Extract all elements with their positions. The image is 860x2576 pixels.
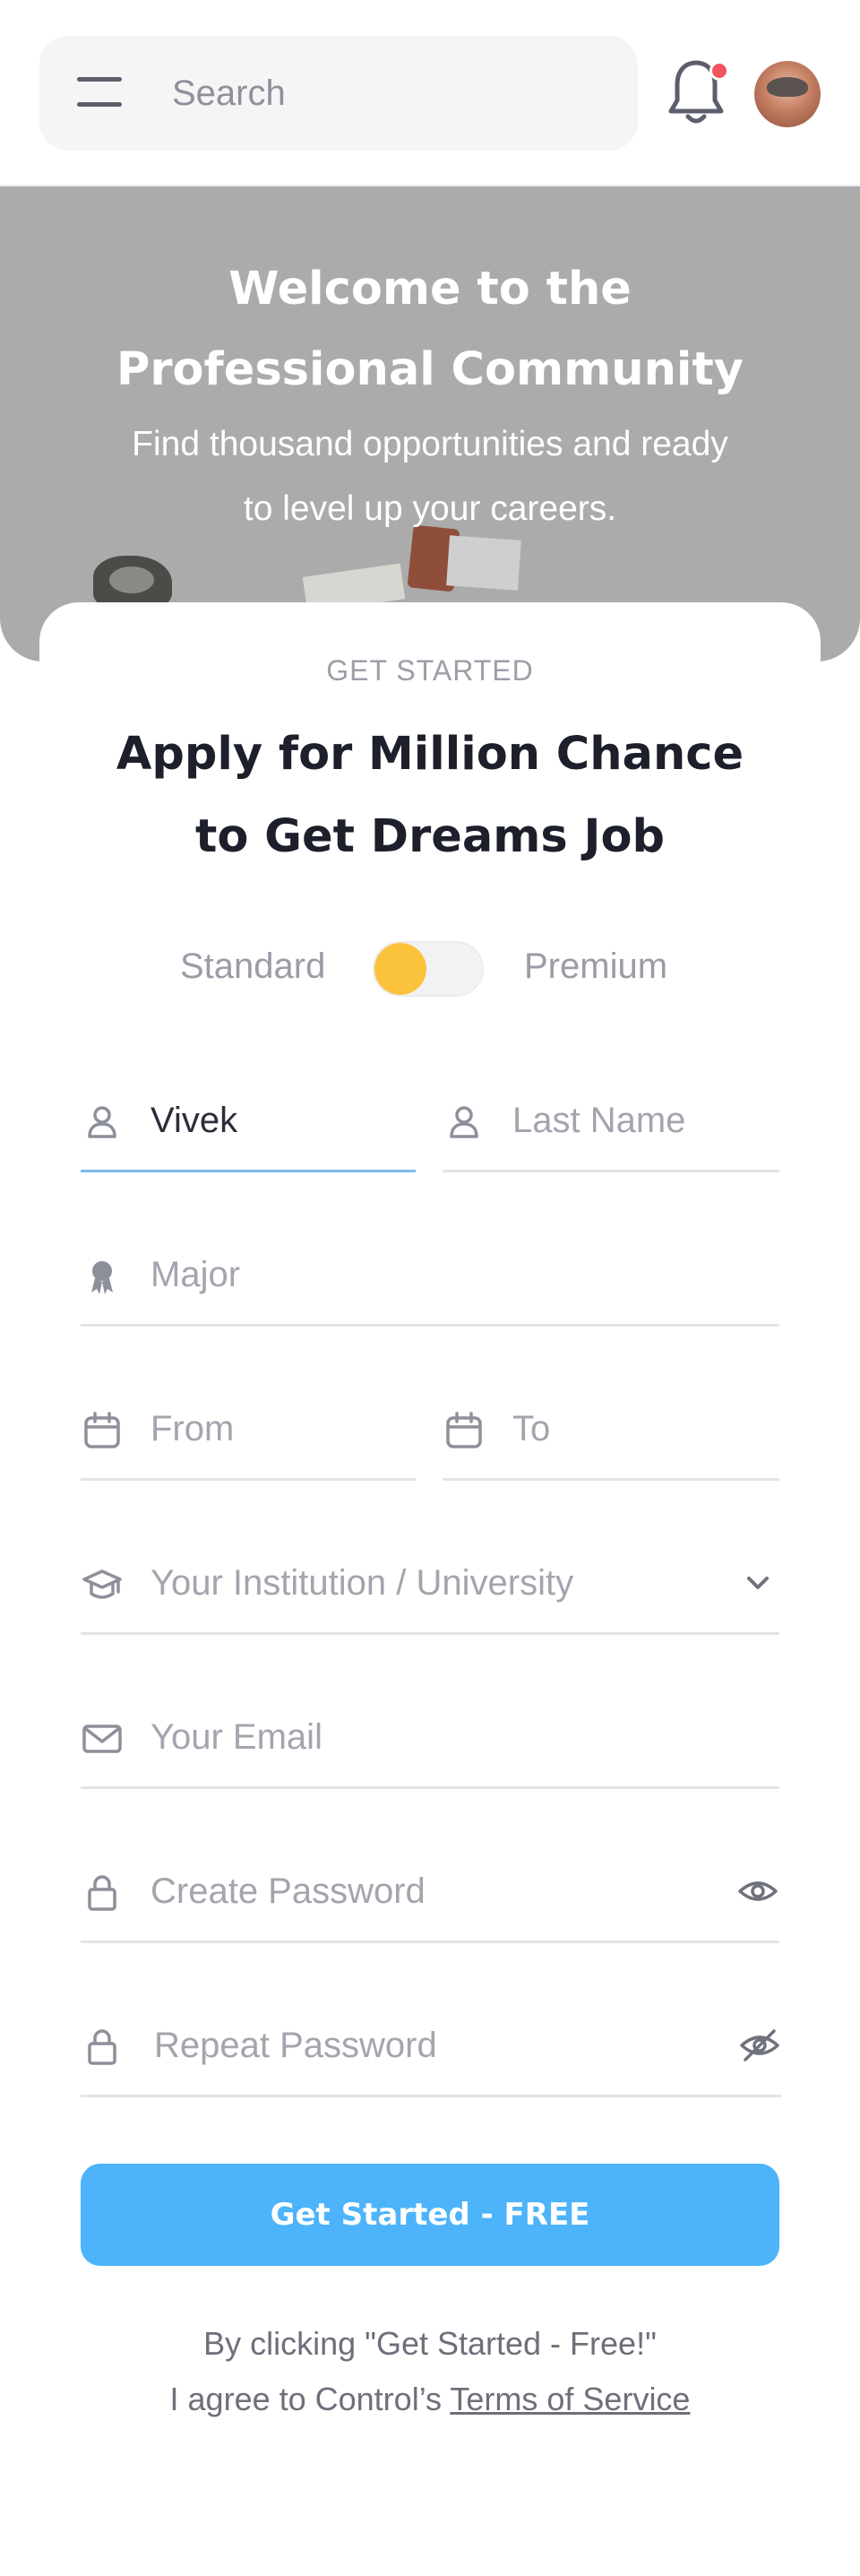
hero-title-line1: Welcome to the	[228, 263, 632, 316]
email-field[interactable]: Your Email	[81, 1687, 779, 1789]
calendar-icon	[446, 1412, 482, 1448]
award-icon	[91, 1261, 113, 1294]
form-title: Apply for Million Chance to Get Dreams J…	[39, 713, 821, 878]
mail-icon	[82, 1725, 122, 1753]
plan-premium-label[interactable]: Premium	[524, 947, 667, 987]
to-date-field[interactable]: To	[443, 1379, 779, 1481]
toggle-knob[interactable]	[374, 943, 426, 995]
top-header: Search	[0, 0, 860, 186]
hero-title-line2: Professional Community	[116, 343, 744, 396]
terms-prefix: I agree to Control’s	[169, 2381, 451, 2417]
search-input[interactable]: Search	[172, 73, 286, 114]
chevron-down-icon[interactable]	[736, 1561, 779, 1604]
first-name-field[interactable]: Vivek	[81, 1070, 416, 1172]
user-avatar[interactable]	[754, 61, 821, 127]
first-name-input[interactable]: Vivek	[150, 1101, 237, 1141]
eye-icon[interactable]	[736, 1870, 779, 1913]
plant-decoration	[93, 556, 172, 609]
hero-banner: Welcome to the Professional Community Fi…	[0, 186, 860, 661]
institution-field[interactable]: Your Institution / University	[81, 1533, 779, 1635]
terms-of-service-link[interactable]: Terms of Service	[450, 2381, 690, 2417]
last-name-input[interactable]: Last Name	[512, 1101, 685, 1141]
to-date-input[interactable]: To	[512, 1409, 550, 1449]
graduation-cap-icon	[82, 1569, 122, 1599]
plan-standard-label[interactable]: Standard	[180, 947, 325, 987]
last-name-field[interactable]: Last Name	[443, 1070, 779, 1172]
terms-line1: By clicking "Get Started - Free!"	[203, 2325, 657, 2362]
hamburger-menu-icon[interactable]	[77, 77, 122, 108]
repeat-password-field[interactable]: Repeat Password	[81, 1995, 781, 2097]
email-input[interactable]: Your Email	[150, 1717, 322, 1758]
lock-icon	[88, 1875, 116, 1911]
plan-toggle[interactable]	[373, 941, 484, 997]
hero-subtitle-line1: Find thousand opportunities and ready	[132, 425, 728, 463]
hero-subtitle: Find thousand opportunities and ready to…	[0, 412, 860, 541]
paper-decoration	[446, 535, 521, 591]
eye-off-icon[interactable]	[738, 2024, 781, 2067]
institution-select[interactable]: Your Institution / University	[150, 1563, 573, 1604]
notification-badge	[710, 61, 729, 81]
terms-line2: I agree to Control’s Terms of Service	[39, 2372, 821, 2427]
terms-text: By clicking "Get Started - Free!" I agre…	[39, 2316, 821, 2427]
create-password-field[interactable]: Create Password	[81, 1841, 779, 1943]
major-field[interactable]: Major	[81, 1224, 779, 1327]
user-icon	[88, 1106, 116, 1138]
lock-icon	[88, 2029, 116, 2065]
from-date-field[interactable]: From	[81, 1379, 416, 1481]
major-input[interactable]: Major	[150, 1255, 240, 1295]
repeat-password-input[interactable]: Repeat Password	[154, 2026, 437, 2066]
calendar-icon	[84, 1412, 120, 1448]
search-bar[interactable]: Search	[39, 36, 638, 151]
user-icon	[450, 1106, 478, 1138]
from-date-input[interactable]: From	[150, 1409, 234, 1449]
create-password-input[interactable]: Create Password	[150, 1871, 426, 1912]
hero-title: Welcome to the Professional Community	[0, 249, 860, 411]
eyebrow-label: GET STARTED	[326, 654, 534, 687]
form-title-line2: to Get Dreams Job	[194, 810, 666, 863]
form-title-line1: Apply for Million Chance	[116, 728, 744, 781]
get-started-button[interactable]: Get Started - FREE	[81, 2164, 779, 2266]
signup-card: GET STARTED Apply for Million Chance to …	[39, 602, 821, 2494]
hero-subtitle-line2: to level up your careers.	[243, 489, 617, 528]
